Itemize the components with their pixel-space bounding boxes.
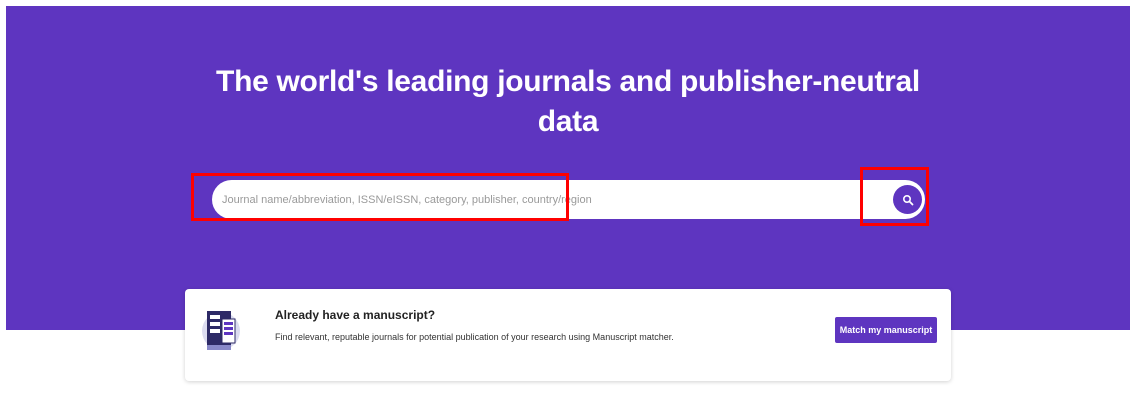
manuscript-document-icon (202, 311, 240, 350)
hero-title: The world's leading journals and publish… (0, 62, 1136, 142)
manuscript-card-title: Already have a manuscript? (275, 308, 436, 322)
hero-title-line-2: data (537, 105, 599, 138)
search-icon (902, 194, 913, 205)
manuscript-card: Already have a manuscript? Find relevant… (185, 289, 951, 381)
hero-banner (6, 6, 1130, 330)
search-button[interactable] (893, 185, 922, 214)
match-my-manuscript-button[interactable]: Match my manuscript (835, 317, 937, 343)
search-bar (212, 180, 925, 219)
page: The world's leading journals and publish… (0, 0, 1136, 396)
manuscript-card-description: Find relevant, reputable journals for po… (275, 332, 674, 342)
hero-title-line-1: The world's leading journals and publish… (216, 65, 920, 98)
search-input[interactable] (222, 180, 862, 219)
